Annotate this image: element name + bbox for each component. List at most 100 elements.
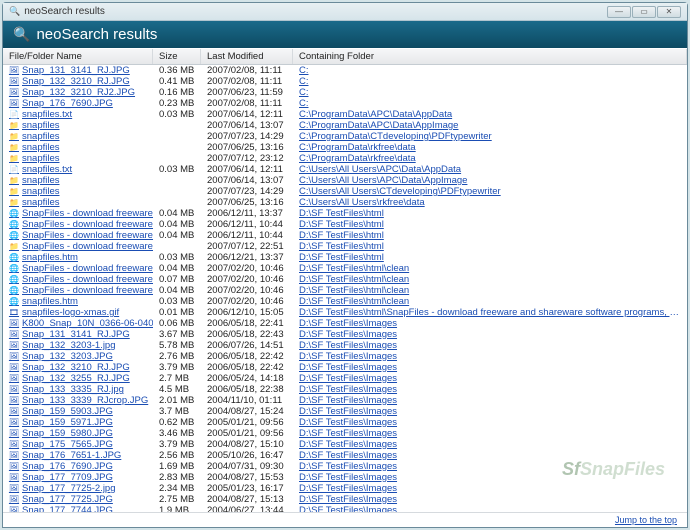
- folder-cell[interactable]: D:\SF TestFiles\Images: [293, 483, 687, 494]
- table-row[interactable]: 🖼Snap_177_7725.JPG2.75 MB2004/08/27, 15:…: [3, 494, 687, 505]
- folder-cell[interactable]: C:\Users\All Users\CTdeveloping\PDFtypew…: [293, 186, 687, 197]
- results-list[interactable]: 🖼Snap_131_3141_RJ.JPG0.36 MB2007/02/08, …: [3, 65, 687, 512]
- folder-cell[interactable]: C:\Users\All Users\APC\Data\AppData: [293, 164, 687, 175]
- folder-cell[interactable]: D:\SF TestFiles\Images: [293, 439, 687, 450]
- file-name-cell[interactable]: 📁snapfiles: [3, 197, 153, 208]
- file-name-cell[interactable]: 📁snapfiles: [3, 142, 153, 153]
- folder-cell[interactable]: D:\SF TestFiles\Images: [293, 329, 687, 340]
- table-row[interactable]: 🌐SnapFiles - download freeware and s...0…: [3, 208, 687, 219]
- folder-cell[interactable]: D:\SF TestFiles\html: [293, 230, 687, 241]
- titlebar[interactable]: 🔍 neoSearch results — ▭ ✕: [3, 3, 687, 21]
- file-name-cell[interactable]: 🖼Snap_132_3210_RJ2.JPG: [3, 87, 153, 98]
- file-name-cell[interactable]: 🖼Snap_132_3210_RJ.JPG: [3, 362, 153, 373]
- file-name-cell[interactable]: 📁SnapFiles - download freeware and s...: [3, 241, 153, 252]
- col-size[interactable]: Size: [153, 49, 201, 64]
- table-row[interactable]: 📁snapfiles2007/07/23, 14:29C:\ProgramDat…: [3, 131, 687, 142]
- folder-cell[interactable]: D:\SF TestFiles\Images: [293, 428, 687, 439]
- table-row[interactable]: 🖼Snap_177_7709.JPG2.83 MB2004/08/27, 15:…: [3, 472, 687, 483]
- file-name-cell[interactable]: 🌐SnapFiles - download freeware and s...: [3, 208, 153, 219]
- file-name-cell[interactable]: 🖼Snap_133_3335_RJ.jpg: [3, 384, 153, 395]
- file-name-cell[interactable]: 🖼Snap_176_7651-1.JPG: [3, 450, 153, 461]
- table-row[interactable]: 🖼Snap_159_5980.JPG3.46 MB2005/01/21, 09:…: [3, 428, 687, 439]
- file-name-cell[interactable]: 🖼Snap_132_3203-1.jpg: [3, 340, 153, 351]
- table-row[interactable]: 🖼Snap_131_3141_RJ.JPG3.67 MB2006/05/18, …: [3, 329, 687, 340]
- table-row[interactable]: 🎞snapfiles-logo-xmas.gif0.01 MB2006/12/1…: [3, 307, 687, 318]
- folder-cell[interactable]: D:\SF TestFiles\Images: [293, 362, 687, 373]
- file-name-cell[interactable]: 📁snapfiles: [3, 131, 153, 142]
- table-row[interactable]: 🖼Snap_175_7565.JPG3.79 MB2004/08/27, 15:…: [3, 439, 687, 450]
- file-name-cell[interactable]: 🖼Snap_132_3210_RJ.JPG: [3, 76, 153, 87]
- file-name-cell[interactable]: 🖼Snap_159_5980.JPG: [3, 428, 153, 439]
- table-row[interactable]: 🖼Snap_132_3203.JPG2.76 MB2006/05/18, 22:…: [3, 351, 687, 362]
- folder-cell[interactable]: C:\ProgramData\rkfree\data: [293, 153, 687, 164]
- table-row[interactable]: 🖼Snap_159_5903.JPG3.7 MB2004/08/27, 15:2…: [3, 406, 687, 417]
- table-row[interactable]: 🖼Snap_131_3141_RJ.JPG0.36 MB2007/02/08, …: [3, 65, 687, 76]
- table-row[interactable]: 🖼Snap_132_3210_RJ.JPG0.41 MB2007/02/08, …: [3, 76, 687, 87]
- table-row[interactable]: 🌐snapfiles.htm0.03 MB2007/02/20, 10:46D:…: [3, 296, 687, 307]
- table-row[interactable]: 🌐SnapFiles - download freeware and s...0…: [3, 285, 687, 296]
- folder-cell[interactable]: D:\SF TestFiles\Images: [293, 340, 687, 351]
- folder-cell[interactable]: C:\Users\All Users\rkfree\data: [293, 197, 687, 208]
- col-folder[interactable]: Containing Folder: [293, 49, 687, 64]
- folder-cell[interactable]: D:\SF TestFiles\Images: [293, 318, 687, 329]
- folder-cell[interactable]: C:: [293, 98, 687, 109]
- file-name-cell[interactable]: 🎞snapfiles-logo-xmas.gif: [3, 307, 153, 318]
- file-name-cell[interactable]: 🖼Snap_131_3141_RJ.JPG: [3, 329, 153, 340]
- table-row[interactable]: 🖼Snap_132_3210_RJ2.JPG0.16 MB2007/06/23,…: [3, 87, 687, 98]
- table-row[interactable]: 🌐SnapFiles - download freeware and s...0…: [3, 219, 687, 230]
- file-name-cell[interactable]: 🖼Snap_177_7744.JPG: [3, 505, 153, 512]
- folder-cell[interactable]: D:\SF TestFiles\html: [293, 252, 687, 263]
- maximize-button[interactable]: ▭: [632, 6, 656, 18]
- table-row[interactable]: 🌐SnapFiles - download freeware and s...0…: [3, 230, 687, 241]
- table-row[interactable]: 🖼Snap_176_7690.JPG0.23 MB2007/02/08, 11:…: [3, 98, 687, 109]
- file-name-cell[interactable]: 🖼Snap_159_5903.JPG: [3, 406, 153, 417]
- table-row[interactable]: 📁snapfiles2007/07/12, 23:12C:\ProgramDat…: [3, 153, 687, 164]
- table-row[interactable]: 🖼Snap_177_7744.JPG1.9 MB2004/06/27, 13:4…: [3, 505, 687, 512]
- table-row[interactable]: 🖼Snap_176_7690.JPG1.69 MB2004/07/31, 09:…: [3, 461, 687, 472]
- file-name-cell[interactable]: 🖼Snap_176_7690.JPG: [3, 98, 153, 109]
- col-name[interactable]: File/Folder Name: [3, 49, 153, 64]
- folder-cell[interactable]: D:\SF TestFiles\Images: [293, 373, 687, 384]
- folder-cell[interactable]: C:\ProgramData\rkfree\data: [293, 142, 687, 153]
- file-name-cell[interactable]: 🖼Snap_133_3339_RJcrop.JPG: [3, 395, 153, 406]
- table-row[interactable]: 🌐SnapFiles - download freeware and s...0…: [3, 274, 687, 285]
- file-name-cell[interactable]: 🖼Snap_177_7725-2.jpg: [3, 483, 153, 494]
- folder-cell[interactable]: D:\SF TestFiles\Images: [293, 494, 687, 505]
- file-name-cell[interactable]: 🖼Snap_132_3255_RJ.JPG: [3, 373, 153, 384]
- file-name-cell[interactable]: 🖼K800_Snap_10N_0366-06-0402.JPG: [3, 318, 153, 329]
- folder-cell[interactable]: C:: [293, 65, 687, 76]
- table-row[interactable]: 🌐snapfiles.htm0.03 MB2006/12/21, 13:37D:…: [3, 252, 687, 263]
- table-row[interactable]: 📁snapfiles2007/06/14, 13:07C:\Users\All …: [3, 175, 687, 186]
- table-row[interactable]: 🖼Snap_133_3339_RJcrop.JPG2.01 MB2004/11/…: [3, 395, 687, 406]
- file-name-cell[interactable]: 🌐SnapFiles - download freeware and s...: [3, 285, 153, 296]
- folder-cell[interactable]: D:\SF TestFiles\html: [293, 219, 687, 230]
- folder-cell[interactable]: D:\SF TestFiles\html\clean: [293, 285, 687, 296]
- file-name-cell[interactable]: 🌐SnapFiles - download freeware and s...: [3, 274, 153, 285]
- table-row[interactable]: 🖼Snap_132_3210_RJ.JPG3.79 MB2006/05/18, …: [3, 362, 687, 373]
- close-button[interactable]: ✕: [657, 6, 681, 18]
- folder-cell[interactable]: D:\SF TestFiles\Images: [293, 351, 687, 362]
- file-name-cell[interactable]: 🌐snapfiles.htm: [3, 296, 153, 307]
- file-name-cell[interactable]: 🖼Snap_175_7565.JPG: [3, 439, 153, 450]
- folder-cell[interactable]: D:\SF TestFiles\Images: [293, 395, 687, 406]
- file-name-cell[interactable]: 🖼Snap_177_7709.JPG: [3, 472, 153, 483]
- folder-cell[interactable]: C:: [293, 76, 687, 87]
- col-modified[interactable]: Last Modified: [201, 49, 293, 64]
- folder-cell[interactable]: D:\SF TestFiles\html\clean: [293, 263, 687, 274]
- table-row[interactable]: 📁snapfiles2007/06/25, 13:16C:\Users\All …: [3, 197, 687, 208]
- table-row[interactable]: 🖼Snap_177_7725-2.jpg2.34 MB2005/01/23, 1…: [3, 483, 687, 494]
- table-row[interactable]: 📁snapfiles2007/06/14, 13:07C:\ProgramDat…: [3, 120, 687, 131]
- file-name-cell[interactable]: 📄snapfiles.txt: [3, 164, 153, 175]
- file-name-cell[interactable]: 🖼Snap_132_3203.JPG: [3, 351, 153, 362]
- table-row[interactable]: 📄snapfiles.txt0.03 MB2007/06/14, 12:11C:…: [3, 109, 687, 120]
- folder-cell[interactable]: C:\Users\All Users\APC\Data\AppImage: [293, 175, 687, 186]
- file-name-cell[interactable]: 🖼Snap_131_3141_RJ.JPG: [3, 65, 153, 76]
- table-row[interactable]: 🖼Snap_176_7651-1.JPG2.56 MB2005/10/26, 1…: [3, 450, 687, 461]
- table-row[interactable]: 🖼K800_Snap_10N_0366-06-0402.JPG0.06 MB20…: [3, 318, 687, 329]
- file-name-cell[interactable]: 🌐SnapFiles - download freeware and s...: [3, 219, 153, 230]
- file-name-cell[interactable]: 🌐snapfiles.htm: [3, 252, 153, 263]
- table-row[interactable]: 🖼Snap_133_3335_RJ.jpg4.5 MB2006/05/18, 2…: [3, 384, 687, 395]
- folder-cell[interactable]: D:\SF TestFiles\Images: [293, 505, 687, 512]
- folder-cell[interactable]: C:\ProgramData\CTdeveloping\PDFtypewrite…: [293, 131, 687, 142]
- file-name-cell[interactable]: 🌐SnapFiles - download freeware and s...: [3, 230, 153, 241]
